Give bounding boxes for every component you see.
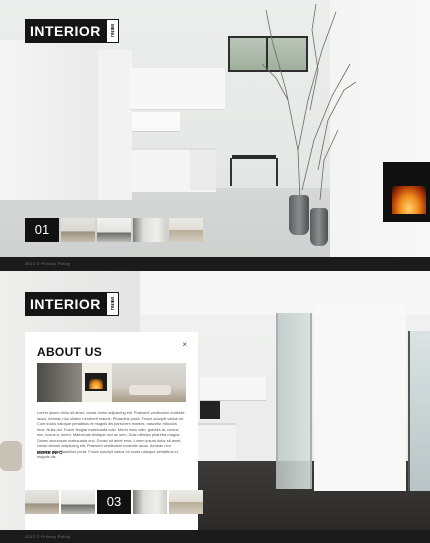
thumb-kitchen[interactable] [97, 218, 131, 242]
pillar [314, 305, 406, 491]
site-logo[interactable]: INTERIOR MENU [25, 292, 119, 316]
glass-door [408, 331, 430, 491]
thumb-kitchen[interactable] [61, 490, 95, 514]
kitchen-island [198, 423, 236, 461]
branches-decor [261, 3, 357, 200]
ceiling-step [130, 68, 225, 110]
slide-3: INTERIOR MENU ABOUT US × Lorem ipsum dol… [0, 271, 430, 530]
pillar [98, 50, 132, 200]
slide-1: INTERIOR MENU 01 [0, 0, 430, 257]
sofa [0, 441, 22, 471]
close-icon[interactable]: × [182, 340, 187, 349]
menu-tag[interactable]: MENU [105, 19, 119, 43]
copyright-text[interactable]: 2012 © Privacy Policy [25, 534, 70, 539]
thumb-room[interactable] [133, 490, 167, 514]
fire-flames [89, 379, 103, 389]
slide-number: 01 [25, 218, 59, 242]
living-area [112, 363, 186, 402]
thumb-living[interactable] [25, 490, 59, 514]
thumb-living[interactable] [61, 218, 95, 242]
fire-flames [392, 186, 426, 214]
footer-bar: 2012 © Privacy Policy [0, 530, 430, 543]
slide-number: 03 [97, 490, 131, 514]
logo-text: INTERIOR [25, 292, 106, 316]
sofa [129, 385, 171, 395]
thumb-lounge[interactable] [169, 218, 203, 242]
thumb-room[interactable] [133, 218, 167, 242]
about-title: ABOUT US [37, 345, 103, 359]
more-info-link[interactable]: MORE INFO [37, 450, 63, 455]
slide-thumbnails: 01 [25, 218, 203, 242]
short-vase [310, 208, 328, 246]
tall-vase [289, 195, 309, 235]
window-wall [37, 363, 82, 402]
slide-thumbnails: 03 [25, 490, 203, 514]
logo-text: INTERIOR [25, 19, 106, 43]
oven [200, 401, 220, 419]
glass-partition [276, 313, 312, 489]
kitchen-shelf [132, 112, 180, 132]
about-image [37, 363, 186, 402]
site-logo[interactable]: INTERIOR MENU [25, 19, 119, 43]
copyright-text[interactable]: 2012 © Privacy Policy [25, 261, 70, 266]
footer-bar: 2012 © Privacy Policy [0, 257, 430, 271]
menu-tag[interactable]: MENU [105, 292, 119, 316]
upper-cabinets [200, 377, 266, 401]
counter-side [190, 150, 216, 190]
thumb-lounge[interactable] [169, 490, 203, 514]
left-wall [0, 40, 98, 200]
